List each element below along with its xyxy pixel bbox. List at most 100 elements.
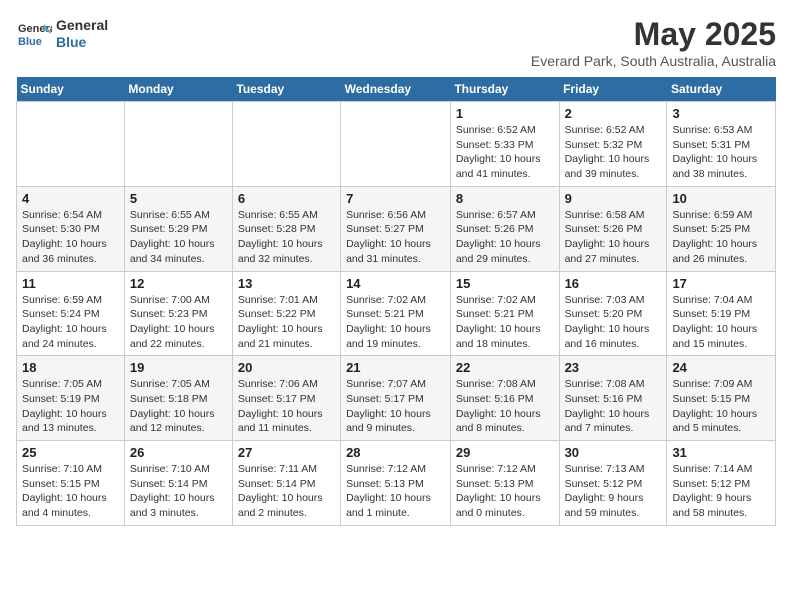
- day-info: Sunrise: 6:57 AMSunset: 5:26 PMDaylight:…: [456, 208, 554, 267]
- calendar-cell: 29 Sunrise: 7:12 AMSunset: 5:13 PMDayligh…: [450, 441, 559, 526]
- calendar-cell: 17 Sunrise: 7:04 AMSunset: 5:19 PMDayligh…: [667, 271, 776, 356]
- day-info: Sunrise: 7:10 AMSunset: 5:14 PMDaylight:…: [130, 462, 227, 521]
- day-info: Sunrise: 7:14 AMSunset: 5:12 PMDaylight:…: [672, 462, 770, 521]
- day-info: Sunrise: 7:07 AMSunset: 5:17 PMDaylight:…: [346, 377, 445, 436]
- calendar-cell: 24 Sunrise: 7:09 AMSunset: 5:15 PMDayligh…: [667, 356, 776, 441]
- day-info: Sunrise: 7:01 AMSunset: 5:22 PMDaylight:…: [238, 293, 335, 352]
- calendar-cell: 15 Sunrise: 7:02 AMSunset: 5:21 PMDayligh…: [450, 271, 559, 356]
- calendar-cell: [232, 102, 340, 187]
- day-info: Sunrise: 6:59 AMSunset: 5:25 PMDaylight:…: [672, 208, 770, 267]
- column-header-thursday: Thursday: [450, 77, 559, 102]
- calendar-cell: 30 Sunrise: 7:13 AMSunset: 5:12 PMDayligh…: [559, 441, 667, 526]
- day-info: Sunrise: 7:12 AMSunset: 5:13 PMDaylight:…: [456, 462, 554, 521]
- calendar-cell: 16Sunrise: 7:03 AMSunset: 5:20 PMDayligh…: [559, 271, 667, 356]
- day-info: Sunrise: 7:08 AMSunset: 5:16 PMDaylight:…: [565, 377, 662, 436]
- calendar-week-0: 1 Sunrise: 6:52 AMSunset: 5:33 PMDaylight…: [17, 102, 776, 187]
- column-header-wednesday: Wednesday: [341, 77, 451, 102]
- day-info: Sunrise: 7:12 AMSunset: 5:13 PMDaylight:…: [346, 462, 445, 521]
- calendar-cell: 8 Sunrise: 6:57 AMSunset: 5:26 PMDaylight…: [450, 186, 559, 271]
- calendar-week-4: 25 Sunrise: 7:10 AMSunset: 5:15 PMDayligh…: [17, 441, 776, 526]
- day-number: 17: [672, 276, 770, 291]
- calendar-cell: 23 Sunrise: 7:08 AMSunset: 5:16 PMDayligh…: [559, 356, 667, 441]
- calendar-cell: 1 Sunrise: 6:52 AMSunset: 5:33 PMDaylight…: [450, 102, 559, 187]
- calendar-cell: 21 Sunrise: 7:07 AMSunset: 5:17 PMDayligh…: [341, 356, 451, 441]
- day-number: 5: [130, 191, 227, 206]
- calendar-cell: 26 Sunrise: 7:10 AMSunset: 5:14 PMDayligh…: [124, 441, 232, 526]
- day-number: 11: [22, 276, 119, 291]
- calendar-cell: [17, 102, 125, 187]
- day-number: 29: [456, 445, 554, 460]
- day-number: 21: [346, 360, 445, 375]
- calendar-header-row: SundayMondayTuesdayWednesdayThursdayFrid…: [17, 77, 776, 102]
- calendar-cell: 4 Sunrise: 6:54 AMSunset: 5:30 PMDaylight…: [17, 186, 125, 271]
- day-info: Sunrise: 6:54 AMSunset: 5:30 PMDaylight:…: [22, 208, 119, 267]
- calendar-cell: [341, 102, 451, 187]
- calendar-week-1: 4 Sunrise: 6:54 AMSunset: 5:30 PMDaylight…: [17, 186, 776, 271]
- day-number: 14: [346, 276, 445, 291]
- calendar-cell: 7Sunrise: 6:56 AMSunset: 5:27 PMDaylight…: [341, 186, 451, 271]
- day-info: Sunrise: 7:10 AMSunset: 5:15 PMDaylight:…: [22, 462, 119, 521]
- day-info: Sunrise: 7:06 AMSunset: 5:17 PMDaylight:…: [238, 377, 335, 436]
- day-number: 12: [130, 276, 227, 291]
- day-number: 15: [456, 276, 554, 291]
- column-header-friday: Friday: [559, 77, 667, 102]
- day-number: 24: [672, 360, 770, 375]
- day-info: Sunrise: 7:08 AMSunset: 5:16 PMDaylight:…: [456, 377, 554, 436]
- calendar-cell: 13 Sunrise: 7:01 AMSunset: 5:22 PMDayligh…: [232, 271, 340, 356]
- day-number: 25: [22, 445, 119, 460]
- day-number: 31: [672, 445, 770, 460]
- calendar-table: SundayMondayTuesdayWednesdayThursdayFrid…: [16, 77, 776, 526]
- logo-line2: Blue: [56, 34, 108, 51]
- calendar-cell: 28 Sunrise: 7:12 AMSunset: 5:13 PMDayligh…: [341, 441, 451, 526]
- day-number: 26: [130, 445, 227, 460]
- day-number: 30: [565, 445, 662, 460]
- header: General Blue General Blue May 2025 Evera…: [16, 16, 776, 69]
- day-info: Sunrise: 6:52 AMSunset: 5:33 PMDaylight:…: [456, 123, 554, 182]
- day-info: Sunrise: 7:13 AMSunset: 5:12 PMDaylight:…: [565, 462, 662, 521]
- day-number: 19: [130, 360, 227, 375]
- day-number: 6: [238, 191, 335, 206]
- day-number: 27: [238, 445, 335, 460]
- day-info: Sunrise: 7:02 AMSunset: 5:21 PMDaylight:…: [456, 293, 554, 352]
- day-number: 4: [22, 191, 119, 206]
- day-number: 13: [238, 276, 335, 291]
- day-info: Sunrise: 7:04 AMSunset: 5:19 PMDaylight:…: [672, 293, 770, 352]
- day-info: Sunrise: 7:02 AMSunset: 5:21 PMDaylight:…: [346, 293, 445, 352]
- calendar-cell: 10Sunrise: 6:59 AMSunset: 5:25 PMDayligh…: [667, 186, 776, 271]
- calendar-cell: 31 Sunrise: 7:14 AMSunset: 5:12 PMDayligh…: [667, 441, 776, 526]
- day-number: 7: [346, 191, 445, 206]
- day-info: Sunrise: 6:53 AMSunset: 5:31 PMDaylight:…: [672, 123, 770, 182]
- day-info: Sunrise: 6:52 AMSunset: 5:32 PMDaylight:…: [565, 123, 662, 182]
- day-info: Sunrise: 6:59 AMSunset: 5:24 PMDaylight:…: [22, 293, 119, 352]
- day-number: 9: [565, 191, 662, 206]
- calendar-cell: 11 Sunrise: 6:59 AMSunset: 5:24 PMDayligh…: [17, 271, 125, 356]
- day-info: Sunrise: 7:09 AMSunset: 5:15 PMDaylight:…: [672, 377, 770, 436]
- day-info: Sunrise: 6:55 AMSunset: 5:29 PMDaylight:…: [130, 208, 227, 267]
- column-header-sunday: Sunday: [17, 77, 125, 102]
- day-number: 1: [456, 106, 554, 121]
- day-number: 2: [565, 106, 662, 121]
- logo: General Blue General Blue: [16, 16, 108, 52]
- calendar-cell: 19Sunrise: 7:05 AMSunset: 5:18 PMDayligh…: [124, 356, 232, 441]
- title-area: May 2025 Everard Park, South Australia, …: [531, 16, 776, 69]
- column-header-tuesday: Tuesday: [232, 77, 340, 102]
- calendar-week-2: 11 Sunrise: 6:59 AMSunset: 5:24 PMDayligh…: [17, 271, 776, 356]
- page-title: May 2025: [531, 16, 776, 53]
- day-info: Sunrise: 6:55 AMSunset: 5:28 PMDaylight:…: [238, 208, 335, 267]
- day-number: 8: [456, 191, 554, 206]
- calendar-cell: 12 Sunrise: 7:00 AMSunset: 5:23 PMDayligh…: [124, 271, 232, 356]
- calendar-cell: 3 Sunrise: 6:53 AMSunset: 5:31 PMDaylight…: [667, 102, 776, 187]
- calendar-cell: 14 Sunrise: 7:02 AMSunset: 5:21 PMDayligh…: [341, 271, 451, 356]
- day-info: Sunrise: 7:00 AMSunset: 5:23 PMDaylight:…: [130, 293, 227, 352]
- calendar-body: 1 Sunrise: 6:52 AMSunset: 5:33 PMDaylight…: [17, 102, 776, 526]
- calendar-cell: 5 Sunrise: 6:55 AMSunset: 5:29 PMDaylight…: [124, 186, 232, 271]
- day-number: 23: [565, 360, 662, 375]
- calendar-cell: 20 Sunrise: 7:06 AMSunset: 5:17 PMDayligh…: [232, 356, 340, 441]
- calendar-cell: 9 Sunrise: 6:58 AMSunset: 5:26 PMDaylight…: [559, 186, 667, 271]
- day-number: 20: [238, 360, 335, 375]
- day-number: 28: [346, 445, 445, 460]
- calendar-cell: 25 Sunrise: 7:10 AMSunset: 5:15 PMDayligh…: [17, 441, 125, 526]
- calendar-cell: 6 Sunrise: 6:55 AMSunset: 5:28 PMDaylight…: [232, 186, 340, 271]
- day-number: 3: [672, 106, 770, 121]
- day-info: Sunrise: 6:58 AMSunset: 5:26 PMDaylight:…: [565, 208, 662, 267]
